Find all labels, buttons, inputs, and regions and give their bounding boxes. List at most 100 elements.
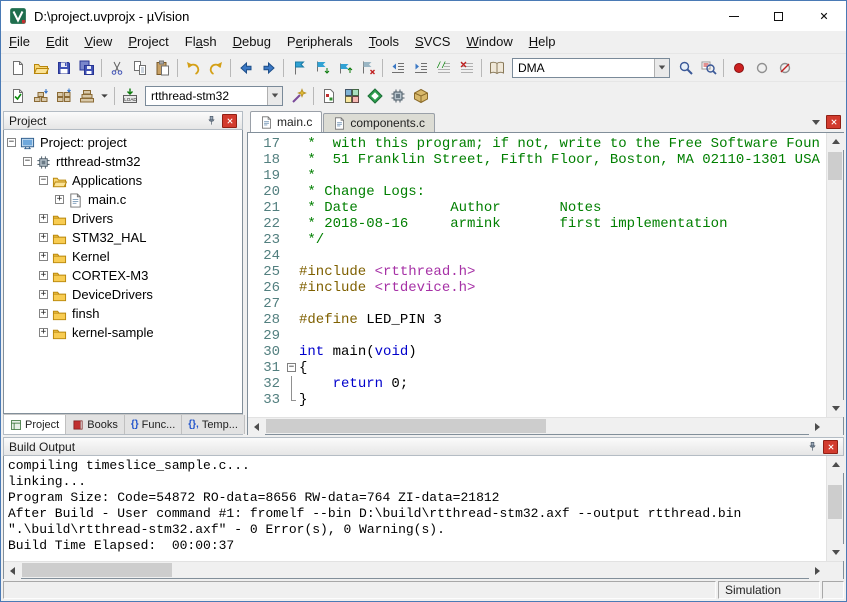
menu-help[interactable]: Help — [521, 31, 564, 53]
menu-view[interactable]: View — [76, 31, 120, 53]
build-menu-icon[interactable] — [98, 85, 111, 107]
collapse-icon[interactable]: − — [7, 138, 16, 147]
build-output-text[interactable]: compiling timeslice_sample.c...linking..… — [4, 456, 826, 561]
save-all-icon[interactable] — [75, 57, 98, 79]
fold-collapse-icon[interactable]: − — [287, 363, 296, 372]
menu-flash[interactable]: Flash — [177, 31, 225, 53]
tree-item-main-c[interactable]: +main.c — [7, 190, 242, 209]
close-file-button[interactable] — [826, 115, 841, 129]
redo-icon[interactable] — [204, 57, 227, 79]
tree-item-applications[interactable]: −Applications — [7, 171, 242, 190]
editor-hscroll-track[interactable] — [265, 418, 809, 434]
undo-icon[interactable] — [181, 57, 204, 79]
bookmark-next-icon[interactable] — [310, 57, 333, 79]
build-output-close-icon[interactable] — [823, 440, 838, 454]
expand-icon[interactable]: + — [55, 195, 64, 204]
incremental-find-icon[interactable] — [697, 57, 720, 79]
menu-project[interactable]: Project — [120, 31, 176, 53]
scroll-right-button[interactable] — [809, 418, 826, 435]
file-extensions-icon[interactable] — [317, 85, 340, 107]
uncomment-icon[interactable] — [455, 57, 478, 79]
comment-icon[interactable] — [432, 57, 455, 79]
batch-build-icon[interactable] — [75, 85, 98, 107]
scroll-down-button[interactable] — [827, 400, 844, 417]
expand-icon[interactable]: + — [39, 290, 48, 299]
editor-tab-main-c[interactable]: main.c — [250, 111, 322, 132]
target-combobox[interactable]: rtthread-stm32 — [145, 86, 283, 106]
tree-item-kernel-sample[interactable]: +kernel-sample — [7, 323, 242, 342]
collapse-icon[interactable]: − — [23, 157, 32, 166]
menu-file[interactable]: File — [1, 31, 38, 53]
tree-item-devicedrivers[interactable]: +DeviceDrivers — [7, 285, 242, 304]
select-device-icon[interactable] — [386, 85, 409, 107]
insert-breakpoint-icon[interactable] — [727, 57, 750, 79]
build-icon[interactable] — [29, 85, 52, 107]
output-vscrollbar[interactable] — [826, 456, 843, 561]
project-pin-icon[interactable] — [204, 114, 219, 128]
editor-hscrollbar[interactable] — [248, 417, 843, 434]
editor-tab-components-c[interactable]: components.c — [323, 113, 435, 132]
output-pin-icon[interactable] — [805, 440, 820, 454]
output-hscroll-thumb[interactable] — [22, 563, 172, 577]
panel-tab-project[interactable]: Project — [4, 415, 66, 434]
save-icon[interactable] — [52, 57, 75, 79]
find-in-files-icon[interactable] — [485, 57, 508, 79]
outdent-icon[interactable] — [386, 57, 409, 79]
cut-icon[interactable] — [105, 57, 128, 79]
output-scroll-down-button[interactable] — [827, 544, 844, 561]
panel-tab-temp[interactable]: {},Temp... — [182, 415, 245, 434]
scroll-left-button[interactable] — [248, 418, 265, 435]
manage-components-icon[interactable] — [340, 85, 363, 107]
output-vscroll-track[interactable] — [827, 473, 843, 544]
maximize-button[interactable] — [756, 1, 801, 31]
load-icon[interactable] — [118, 85, 141, 107]
rebuild-icon[interactable] — [52, 85, 75, 107]
expand-icon[interactable]: + — [39, 271, 48, 280]
tree-item-rtthread-stm32[interactable]: −rtthread-stm32 — [7, 152, 242, 171]
target-dropdown-button[interactable] — [267, 87, 282, 105]
collapse-icon[interactable]: − — [39, 176, 48, 185]
output-scroll-right-button[interactable] — [809, 562, 826, 579]
code-area[interactable]: 17 * with this program; if not, write to… — [248, 133, 826, 417]
expand-icon[interactable]: + — [39, 252, 48, 261]
tree-item-kernel[interactable]: +Kernel — [7, 247, 242, 266]
open-file-icon[interactable] — [29, 57, 52, 79]
close-button[interactable] — [801, 1, 846, 31]
tree-item-cortex-m3[interactable]: +CORTEX-M3 — [7, 266, 242, 285]
project-panel-close-icon[interactable] — [222, 114, 237, 128]
navigate-forward-icon[interactable] — [257, 57, 280, 79]
paste-icon[interactable] — [151, 57, 174, 79]
panel-tab-func[interactable]: {}Func... — [125, 415, 182, 434]
editor-vscroll-track[interactable] — [827, 150, 843, 400]
tree-item-stm32-hal[interactable]: +STM32_HAL — [7, 228, 242, 247]
new-file-icon[interactable] — [6, 57, 29, 79]
disable-breakpoint-icon[interactable] — [750, 57, 773, 79]
expand-icon[interactable]: + — [39, 214, 48, 223]
menu-tools[interactable]: Tools — [361, 31, 407, 53]
output-hscroll-track[interactable] — [21, 562, 809, 578]
tree-item-project-project[interactable]: −Project: project — [7, 133, 242, 152]
translate-icon[interactable] — [6, 85, 29, 107]
expand-icon[interactable]: + — [39, 309, 48, 318]
manage-rte-icon[interactable] — [363, 85, 386, 107]
indent-icon[interactable] — [409, 57, 432, 79]
bookmark-toggle-icon[interactable] — [287, 57, 310, 79]
tree-item-finsh[interactable]: +finsh — [7, 304, 242, 323]
kill-breakpoints-icon[interactable] — [773, 57, 796, 79]
pack-installer-icon[interactable] — [409, 85, 432, 107]
expand-icon[interactable]: + — [39, 328, 48, 337]
find-icon[interactable] — [674, 57, 697, 79]
output-scroll-up-button[interactable] — [827, 456, 844, 473]
scroll-up-button[interactable] — [827, 133, 844, 150]
tree-item-drivers[interactable]: +Drivers — [7, 209, 242, 228]
output-vscroll-thumb[interactable] — [828, 485, 842, 519]
editor-vscrollbar[interactable] — [826, 133, 843, 417]
menu-debug[interactable]: Debug — [225, 31, 279, 53]
panel-tab-books[interactable]: Books — [66, 415, 125, 434]
menu-peripherals[interactable]: Peripherals — [279, 31, 361, 53]
editor-hscroll-thumb[interactable] — [266, 419, 546, 433]
minimize-button[interactable] — [711, 1, 756, 31]
menu-window[interactable]: Window — [458, 31, 520, 53]
options-for-target-icon[interactable] — [287, 85, 310, 107]
find-dropdown-button[interactable] — [654, 59, 669, 77]
